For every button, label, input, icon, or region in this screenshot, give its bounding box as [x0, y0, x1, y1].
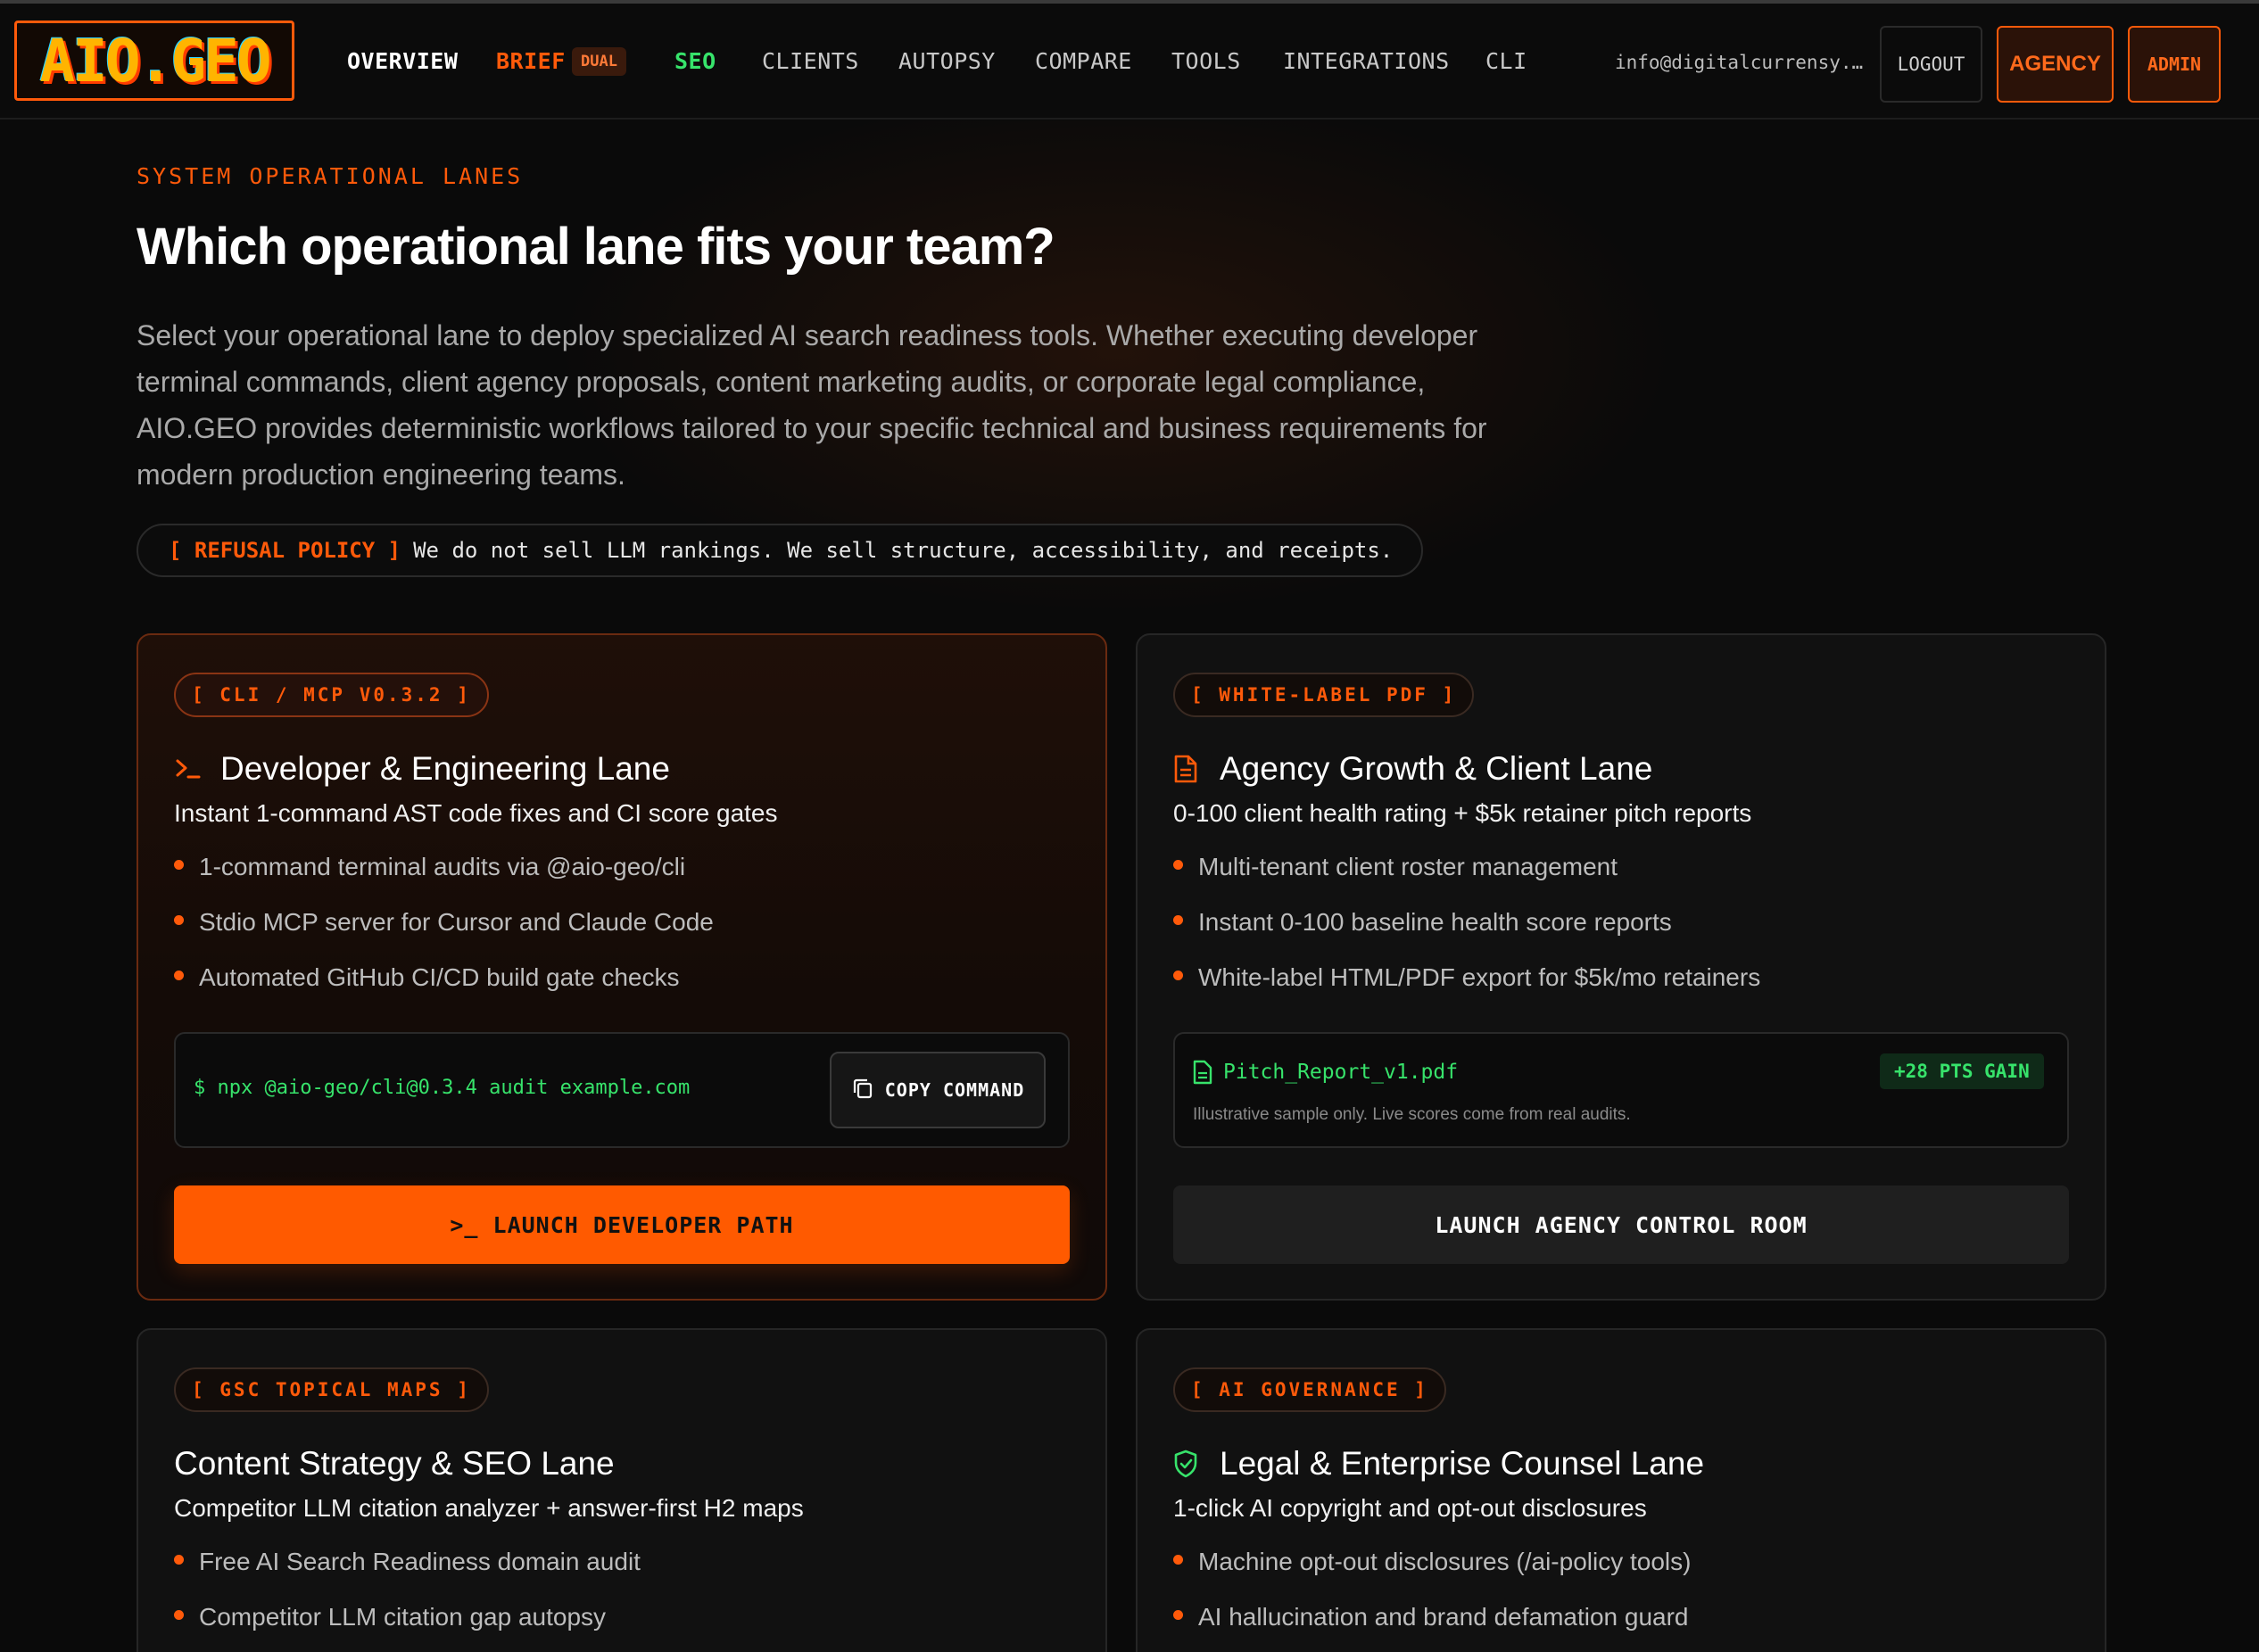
- list-item: AI hallucination and brand defamation gu…: [1173, 1601, 2065, 1652]
- copy-command-button[interactable]: COPY COMMAND: [830, 1052, 1046, 1128]
- bullet-dot: [1173, 1610, 1183, 1620]
- list-item-text: Stdio MCP server for Cursor and Claude C…: [199, 908, 714, 936]
- card-title-row: Developer & Engineering Lane: [174, 744, 670, 794]
- nav-autopsy[interactable]: AUTOPSY: [898, 48, 996, 78]
- list-item: Automated GitHub CI/CD build gate checks: [174, 962, 1066, 1017]
- feature-list: Free AI Search Readiness domain audit Co…: [174, 1546, 1066, 1652]
- user-email: info@digitalcurrensy.c…: [1615, 52, 1865, 73]
- list-item-text: Automated GitHub CI/CD build gate checks: [199, 963, 680, 991]
- copy-icon: [851, 1077, 874, 1104]
- card-tag: [ GSC TOPICAL MAPS ]: [174, 1367, 489, 1412]
- developer-lane-card: [ CLI / MCP V0.3.2 ] Developer & Enginee…: [137, 633, 1107, 1301]
- score-gain-badge: +28 PTS GAIN: [1880, 1053, 2044, 1089]
- list-item-text: Instant 0-100 baseline health score repo…: [1198, 908, 1672, 936]
- list-item-text: AI hallucination and brand defamation gu…: [1198, 1603, 1689, 1631]
- card-title: Content Strategy & SEO Lane: [174, 1445, 615, 1482]
- agency-button[interactable]: AGENCY: [1997, 26, 2114, 103]
- list-item: Free AI Search Readiness domain audit: [174, 1546, 1066, 1601]
- command-box: $ npx @aio-geo/cli@0.3.4 audit example.c…: [174, 1032, 1070, 1148]
- feature-list: Machine opt-out disclosures (/ai-policy …: [1173, 1546, 2065, 1652]
- card-tag: [ AI GOVERNANCE ]: [1173, 1367, 1446, 1412]
- bullet-dot: [1173, 971, 1183, 980]
- list-item: Multi-tenant client roster management: [1173, 851, 2065, 906]
- card-title-row: Content Strategy & SEO Lane: [174, 1439, 615, 1489]
- legal-lane-card: [ AI GOVERNANCE ] Legal & Enterprise Cou…: [1136, 1328, 2106, 1652]
- card-subtitle: 0-100 client health rating + $5k retaine…: [1173, 799, 1752, 827]
- list-item: Competitor LLM citation gap autopsy: [174, 1601, 1066, 1652]
- feature-list: 1-command terminal audits via @aio-geo/c…: [174, 851, 1066, 1017]
- list-item: White-label HTML/PDF export for $5k/mo r…: [1173, 962, 2065, 1017]
- report-file-name: Pitch_Report_v1.pdf: [1223, 1061, 1459, 1084]
- document-icon: [1173, 751, 1202, 787]
- bullet-dot: [1173, 1555, 1183, 1565]
- dual-badge: DUAL: [572, 47, 626, 76]
- nav-clients[interactable]: CLIENTS: [762, 48, 859, 78]
- launch-developer-path-button[interactable]: >_ LAUNCH DEVELOPER PATH: [174, 1185, 1070, 1264]
- shield-check-icon: [1173, 1446, 1202, 1482]
- logo-text: AIO.GEO: [39, 26, 271, 95]
- feature-list: Multi-tenant client roster management In…: [1173, 851, 2065, 1017]
- content-seo-lane-card: [ GSC TOPICAL MAPS ] Content Strategy & …: [137, 1328, 1107, 1652]
- bullet-dot: [174, 1610, 184, 1620]
- card-title: Legal & Enterprise Counsel Lane: [1220, 1445, 1705, 1482]
- refusal-policy-banner: [ REFUSAL POLICY ] We do not sell LLM ra…: [137, 524, 1423, 577]
- agency-lane-card: [ WHITE-LABEL PDF ] Agency Growth & Clie…: [1136, 633, 2106, 1301]
- card-title-row: Agency Growth & Client Lane: [1173, 744, 1652, 794]
- card-subtitle: 1-click AI copyright and opt-out disclos…: [1173, 1494, 1647, 1522]
- list-item: 1-command terminal audits via @aio-geo/c…: [174, 851, 1066, 906]
- bullet-dot: [174, 915, 184, 925]
- bullet-dot: [1173, 915, 1183, 925]
- card-subtitle: Competitor LLM citation analyzer + answe…: [174, 1494, 804, 1522]
- file-icon: [1193, 1060, 1212, 1085]
- card-title: Agency Growth & Client Lane: [1220, 750, 1653, 787]
- logo[interactable]: AIO.GEO: [14, 21, 294, 101]
- list-item: Machine opt-out disclosures (/ai-policy …: [1173, 1546, 2065, 1601]
- card-tag: [ CLI / MCP V0.3.2 ]: [174, 673, 489, 717]
- policy-text: We do not sell LLM rankings. We sell str…: [413, 538, 1394, 563]
- terminal-prompt-icon: [174, 751, 203, 787]
- section-eyebrow: SYSTEM OPERATIONAL LANES: [137, 163, 524, 189]
- bullet-dot: [174, 860, 184, 870]
- nav-overview[interactable]: OVERVIEW: [347, 48, 458, 78]
- nav-cli[interactable]: CLI: [1485, 48, 1527, 78]
- nav-integrations[interactable]: INTEGRATIONS: [1283, 48, 1450, 78]
- card-title: Developer & Engineering Lane: [220, 750, 670, 787]
- list-item-text: Competitor LLM citation gap autopsy: [199, 1603, 607, 1631]
- list-item-text: Free AI Search Readiness domain audit: [199, 1548, 641, 1575]
- install-command[interactable]: $ npx @aio-geo/cli@0.3.4 audit example.c…: [194, 1077, 690, 1099]
- copy-command-label: COPY COMMAND: [884, 1079, 1025, 1101]
- card-tag: [ WHITE-LABEL PDF ]: [1173, 673, 1475, 717]
- hero-description: Select your operational lane to deploy s…: [137, 319, 1487, 491]
- nav-brief[interactable]: BRIEF: [496, 48, 566, 78]
- bullet-dot: [1173, 860, 1183, 870]
- list-item: Instant 0-100 baseline health score repo…: [1173, 906, 2065, 962]
- list-item-text: White-label HTML/PDF export for $5k/mo r…: [1198, 963, 1761, 991]
- nav-tools[interactable]: TOOLS: [1171, 48, 1241, 78]
- list-item-text: Machine opt-out disclosures (/ai-policy …: [1198, 1548, 1692, 1575]
- list-item: Stdio MCP server for Cursor and Claude C…: [174, 906, 1066, 962]
- nav-seo[interactable]: SEO: [674, 48, 716, 78]
- list-item-text: Multi-tenant client roster management: [1198, 853, 1618, 880]
- launch-agency-control-room-button[interactable]: LAUNCH AGENCY CONTROL ROOM: [1173, 1185, 2069, 1264]
- top-navigation: AIO.GEO OVERVIEW BRIEF DUAL SEO CLIENTS …: [0, 4, 2259, 120]
- card-title-row: Legal & Enterprise Counsel Lane: [1173, 1439, 1704, 1489]
- bullet-dot: [174, 1555, 184, 1565]
- list-item-text: 1-command terminal audits via @aio-geo/c…: [199, 853, 686, 880]
- sample-report-box: Pitch_Report_v1.pdf +28 PTS GAIN Illustr…: [1173, 1032, 2069, 1148]
- bullet-dot: [174, 971, 184, 980]
- nav-compare[interactable]: COMPARE: [1035, 48, 1132, 78]
- admin-button[interactable]: ADMIN: [2128, 26, 2221, 103]
- card-subtitle: Instant 1-command AST code fixes and CI …: [174, 799, 778, 827]
- page-title: Which operational lane fits your team?: [137, 218, 1055, 276]
- sample-disclaimer: Illustrative sample only. Live scores co…: [1193, 1105, 1631, 1124]
- report-file[interactable]: Pitch_Report_v1.pdf: [1193, 1057, 1458, 1087]
- policy-tag: [ REFUSAL POLICY ]: [169, 538, 401, 563]
- logout-button[interactable]: LOGOUT: [1880, 26, 1982, 103]
